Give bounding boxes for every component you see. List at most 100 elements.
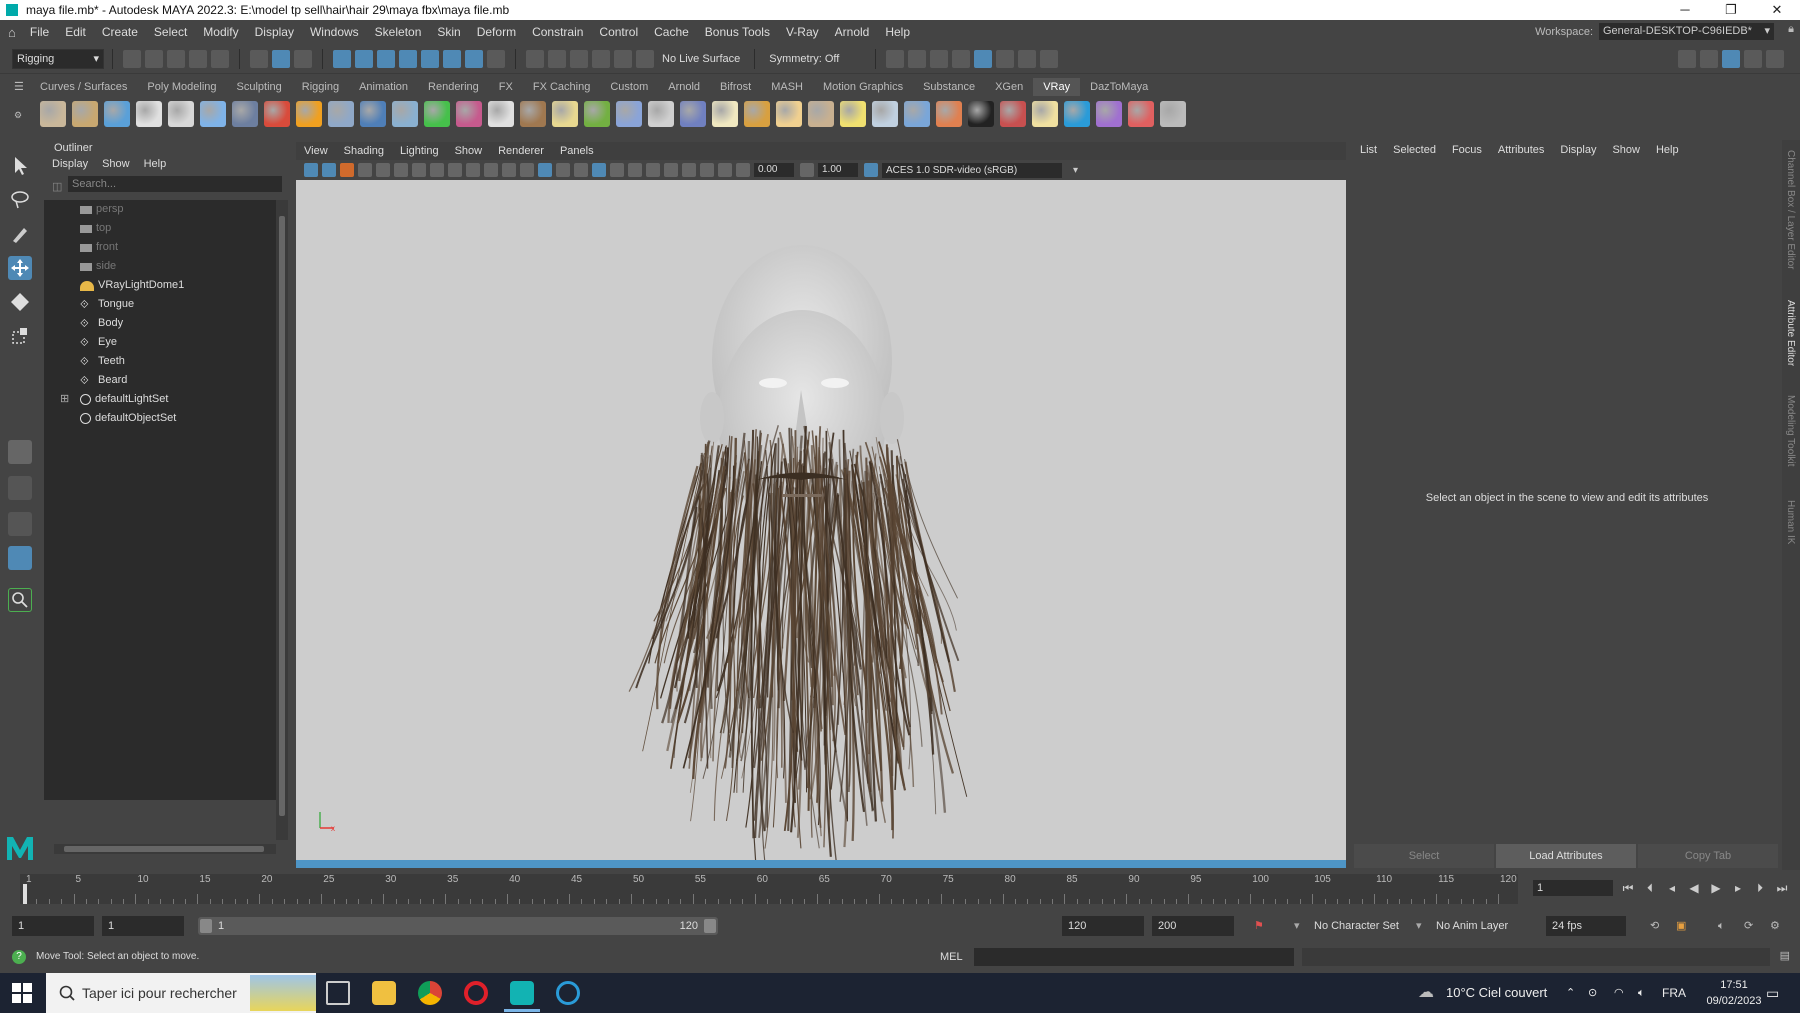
new-scene-icon[interactable]	[123, 49, 141, 68]
shelf-tab-custom[interactable]: Custom	[600, 78, 658, 96]
shelf-tool-icon[interactable]	[680, 101, 706, 127]
smooth-shade-icon[interactable]	[538, 163, 552, 177]
render-setup-icon[interactable]	[1018, 49, 1037, 68]
shelf-tab-fx[interactable]: FX	[489, 78, 523, 96]
outliner-item[interactable]: ⟐ Beard	[44, 371, 276, 390]
menu-edit[interactable]: Edit	[57, 25, 94, 39]
weather-icon[interactable]: ☁	[1418, 973, 1434, 1013]
render-frame-icon[interactable]	[886, 49, 905, 68]
shelf-menu-icon[interactable]: ☰	[14, 80, 24, 93]
ipr-render-icon[interactable]	[930, 49, 949, 68]
playback-start-field[interactable]: 1	[102, 916, 184, 936]
current-time-indicator[interactable]	[23, 884, 27, 904]
shelf-tool-icon[interactable]	[104, 101, 130, 127]
color-space-dropdown[interactable]: ACES 1.0 SDR-video (sRGB)	[882, 162, 1078, 178]
screen-space-ao-icon[interactable]	[628, 163, 642, 177]
history-icon[interactable]	[526, 49, 544, 68]
outliner-item[interactable]: defaultObjectSet	[44, 409, 276, 428]
snap-vertex-icon[interactable]	[443, 49, 461, 68]
load-attributes-button[interactable]: Load Attributes	[1496, 844, 1636, 868]
shelf-tool-icon[interactable]	[136, 101, 162, 127]
shelf-tool-icon[interactable]	[552, 101, 578, 127]
safe-action-icon[interactable]	[502, 163, 516, 177]
file-explorer-icon[interactable]	[372, 981, 396, 1005]
shelf-tool-icon[interactable]	[520, 101, 546, 127]
range-end-handle[interactable]	[704, 919, 716, 933]
exposure-field[interactable]: 0.00	[754, 163, 794, 177]
attribute-menu-show[interactable]: Show	[1612, 140, 1640, 160]
channel-box-toggle-icon[interactable]	[1766, 50, 1784, 68]
step-forward-frame-icon[interactable]: ▸	[1730, 880, 1746, 896]
rotate-tool-icon[interactable]	[8, 290, 32, 314]
step-forward-key-icon[interactable]: ⏵	[1752, 880, 1768, 896]
pause-icon[interactable]	[1040, 49, 1059, 68]
range-start-handle[interactable]	[200, 919, 212, 933]
outliner-horizontal-scrollbar[interactable]	[54, 844, 276, 854]
menu-help[interactable]: Help	[877, 25, 918, 39]
tab-channel-box[interactable]: Channel Box / Layer Editor	[1785, 150, 1796, 270]
shelf-tool-icon[interactable]	[456, 101, 482, 127]
minimize-button[interactable]: ─	[1662, 0, 1708, 20]
single-perspective-layout-icon[interactable]	[8, 440, 32, 464]
shelf-tool-icon[interactable]	[808, 101, 834, 127]
shelf-tool-icon[interactable]	[1032, 101, 1058, 127]
redo-icon[interactable]	[211, 49, 229, 68]
lock-selection-icon[interactable]	[487, 49, 505, 68]
gamma-icon[interactable]	[800, 163, 814, 177]
restore-button[interactable]: ❐	[1708, 0, 1754, 20]
chrome-icon[interactable]	[418, 981, 442, 1005]
shelf-tool-icon[interactable]	[72, 101, 98, 127]
motion-blur-icon[interactable]	[646, 163, 660, 177]
camera-attributes-icon[interactable]	[322, 163, 336, 177]
menu-display[interactable]: Display	[247, 25, 302, 39]
anti-aliasing-icon[interactable]	[664, 163, 678, 177]
attribute-menu-attributes[interactable]: Attributes	[1498, 140, 1544, 160]
shelf-tool-icon[interactable]	[1064, 101, 1090, 127]
notifications-icon[interactable]: ▭	[1766, 973, 1779, 1013]
shelf-tool-icon[interactable]	[936, 101, 962, 127]
windows-start-icon[interactable]	[12, 983, 32, 1006]
menu-modify[interactable]: Modify	[195, 25, 246, 39]
four-view-layout-icon[interactable]	[8, 476, 32, 500]
construction-icon[interactable]	[570, 49, 588, 68]
shelf-tool-icon[interactable]	[40, 101, 66, 127]
step-back-key-icon[interactable]: ⏴	[1642, 880, 1658, 896]
hypershade-icon[interactable]	[974, 49, 993, 68]
shelf-tool-icon[interactable]	[296, 101, 322, 127]
outliner-item[interactable]: persp	[44, 200, 276, 219]
menu-control[interactable]: Control	[591, 25, 646, 39]
outliner-menu-display[interactable]: Display	[52, 156, 88, 172]
attribute-menu-selected[interactable]: Selected	[1393, 140, 1436, 160]
cinema-app-icon[interactable]	[556, 981, 580, 1005]
shelf-tool-icon[interactable]	[200, 101, 226, 127]
task-view-icon[interactable]	[326, 981, 350, 1005]
close-button[interactable]: ✕	[1754, 0, 1800, 20]
attribute-editor-toggle-icon[interactable]	[1722, 50, 1740, 68]
shelf-tab-daztomaya[interactable]: DazToMaya	[1080, 78, 1158, 96]
gate-mask-icon[interactable]	[466, 163, 480, 177]
tab-modeling-toolkit[interactable]: Modeling Toolkit	[1785, 395, 1796, 467]
shelf-tab-substance[interactable]: Substance	[913, 78, 985, 96]
shelf-tab-rigging[interactable]: Rigging	[292, 78, 349, 96]
shelf-tab-sculpting[interactable]: Sculpting	[227, 78, 292, 96]
bookmark-toggle-icon[interactable]: ▣	[1676, 916, 1686, 936]
snap-point-icon[interactable]	[377, 49, 395, 68]
make-live-icon[interactable]	[465, 49, 483, 68]
snap-view-plane-icon[interactable]	[399, 49, 417, 68]
select-hierarchy-icon[interactable]	[250, 49, 268, 68]
outliner-item[interactable]: ⟐ Tongue	[44, 295, 276, 314]
cache-playback-icon[interactable]: ⟳	[1744, 916, 1753, 936]
rotate-snap-icon[interactable]	[636, 49, 654, 68]
weather-text[interactable]: 10°C Ciel couvert	[1446, 973, 1547, 1013]
select-component-icon[interactable]	[294, 49, 312, 68]
anim-layer-field[interactable]: No Anim Layer	[1436, 916, 1508, 936]
exposure-icon[interactable]	[736, 163, 750, 177]
anim-layer-arrow-icon[interactable]: ▾	[1416, 916, 1422, 936]
shelf-tool-icon[interactable]	[1128, 101, 1154, 127]
wireframe-on-shaded-icon[interactable]	[556, 163, 570, 177]
menu-windows[interactable]: Windows	[302, 25, 367, 39]
render-sequence-icon[interactable]	[908, 49, 927, 68]
shelf-tool-icon[interactable]	[1096, 101, 1122, 127]
expand-icon[interactable]: ⊞	[60, 390, 69, 409]
snap-curve-icon[interactable]	[355, 49, 373, 68]
